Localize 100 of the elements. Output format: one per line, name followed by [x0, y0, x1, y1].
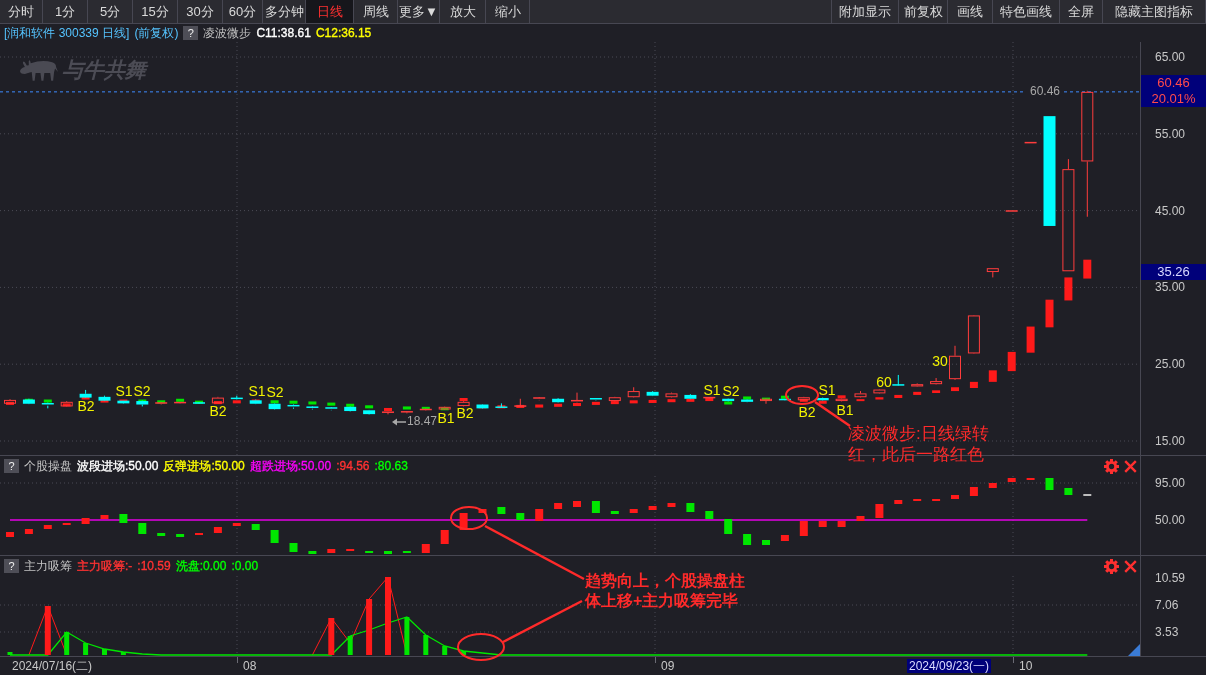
trend-bar [667, 503, 676, 507]
washout-bar [83, 643, 89, 655]
candlestick [1024, 141, 1037, 144]
trend-bar [894, 500, 903, 504]
trend-bar [988, 483, 997, 488]
corner-triangle-icon[interactable] [1128, 644, 1140, 656]
adjustment-label: (前复权) [134, 24, 179, 42]
candlestick [835, 397, 848, 402]
candlestick [287, 404, 300, 410]
washout-bar [102, 649, 107, 655]
washout-bar [120, 652, 126, 655]
indicator-bar [780, 395, 789, 399]
trend-bar [799, 521, 808, 536]
trend-bar [743, 534, 752, 545]
signal-label: B2 [209, 404, 227, 418]
date-label: 2024/07/16(二) [11, 659, 94, 673]
bull-icon [20, 59, 58, 81]
indicator-bar [535, 404, 544, 408]
indicator-bar [724, 401, 733, 405]
candlestick [268, 402, 281, 410]
cursor-date-label: 2024/09/23(一) [907, 659, 992, 673]
trend-bar [951, 495, 959, 499]
trend-bar [327, 549, 336, 553]
candlestick [741, 398, 754, 403]
trend-bar [573, 501, 581, 507]
annotation-text: 凌波微步:日线绿转红，此后一路红色 [848, 423, 990, 465]
help-button[interactable]: ? [4, 559, 19, 573]
help-button[interactable]: ? [4, 459, 19, 473]
indicator-bar [573, 403, 581, 407]
highlight-ellipse [450, 506, 488, 530]
trend-bar [705, 511, 714, 519]
period-tab[interactable]: 多分钟 [263, 0, 306, 23]
candlestick [816, 397, 829, 402]
candlestick [911, 382, 924, 388]
candlestick [495, 402, 508, 409]
period-tab[interactable]: 日线 [306, 0, 354, 23]
indicator-bar [743, 396, 752, 400]
high-price-label: 60.46 [1030, 84, 1061, 98]
close-icon[interactable] [1124, 559, 1137, 573]
washout-bar [442, 646, 448, 655]
candlestick [174, 401, 187, 404]
candlestick [22, 398, 35, 405]
axis-label: 10.59 [1155, 571, 1186, 585]
absorption-bar [44, 606, 51, 655]
candlestick [949, 345, 961, 381]
trend-bar [686, 503, 695, 512]
indicator-bar [894, 394, 903, 398]
trend-bar [289, 543, 298, 552]
signal-label: S2 [722, 384, 740, 398]
washout-bar [423, 635, 429, 655]
settings-icon[interactable] [1104, 558, 1119, 574]
signal-label: S1 [818, 383, 836, 397]
price-tag: 20.01% [1141, 91, 1206, 107]
candlestick [211, 396, 224, 404]
trend-bar [119, 514, 128, 523]
candlestick [400, 410, 413, 414]
signal-label: S1 [703, 383, 721, 397]
signal-label: B2 [456, 406, 474, 420]
candlestick [703, 396, 716, 399]
trend-bar [81, 518, 90, 524]
settings-icon[interactable] [1104, 458, 1119, 474]
indicator-value: :10.59 [137, 559, 171, 573]
candlestick [60, 400, 73, 408]
date-label: 09 [660, 659, 676, 673]
candlestick [571, 392, 583, 404]
indicator-bar [270, 400, 279, 404]
signal-label: B1 [437, 411, 455, 425]
indicator-bar [818, 400, 827, 404]
axis-label: 45.00 [1155, 203, 1186, 218]
indicator-bar [554, 403, 563, 407]
indicator-value: :94.56 [336, 459, 370, 473]
candlestick [4, 398, 16, 405]
candlestick [608, 396, 621, 402]
indicator-bar [43, 399, 52, 403]
washout-bar [404, 617, 410, 655]
candlestick [589, 397, 602, 402]
axis-label: 95.00 [1155, 476, 1186, 490]
trend-bar [421, 544, 430, 553]
indicator-bar [932, 390, 941, 393]
axis-label: 55.00 [1155, 126, 1186, 141]
help-button[interactable]: ? [183, 26, 199, 40]
stock-title: [润和软件 300339 日线] [4, 24, 130, 42]
trend-bar [308, 551, 317, 554]
trend-bar [818, 521, 827, 527]
indicator-value: 超跌进场:50.00 [249, 457, 332, 475]
trend-bar [724, 519, 733, 534]
left-arrow-icon [392, 417, 406, 426]
close-icon[interactable] [1124, 459, 1137, 473]
candlestick [382, 411, 394, 415]
candlestick [344, 405, 357, 412]
trend-bar [629, 509, 638, 513]
trend-bar [837, 521, 846, 527]
candlestick [722, 397, 735, 402]
indicator-bar [232, 400, 241, 404]
indicator-bar [648, 399, 657, 403]
candlestick [854, 390, 867, 399]
period-tab[interactable]: 更多▼ [398, 0, 440, 23]
candlestick [98, 395, 111, 402]
indicator-name: 凌波微步 [203, 24, 252, 42]
candlestick [79, 389, 92, 399]
